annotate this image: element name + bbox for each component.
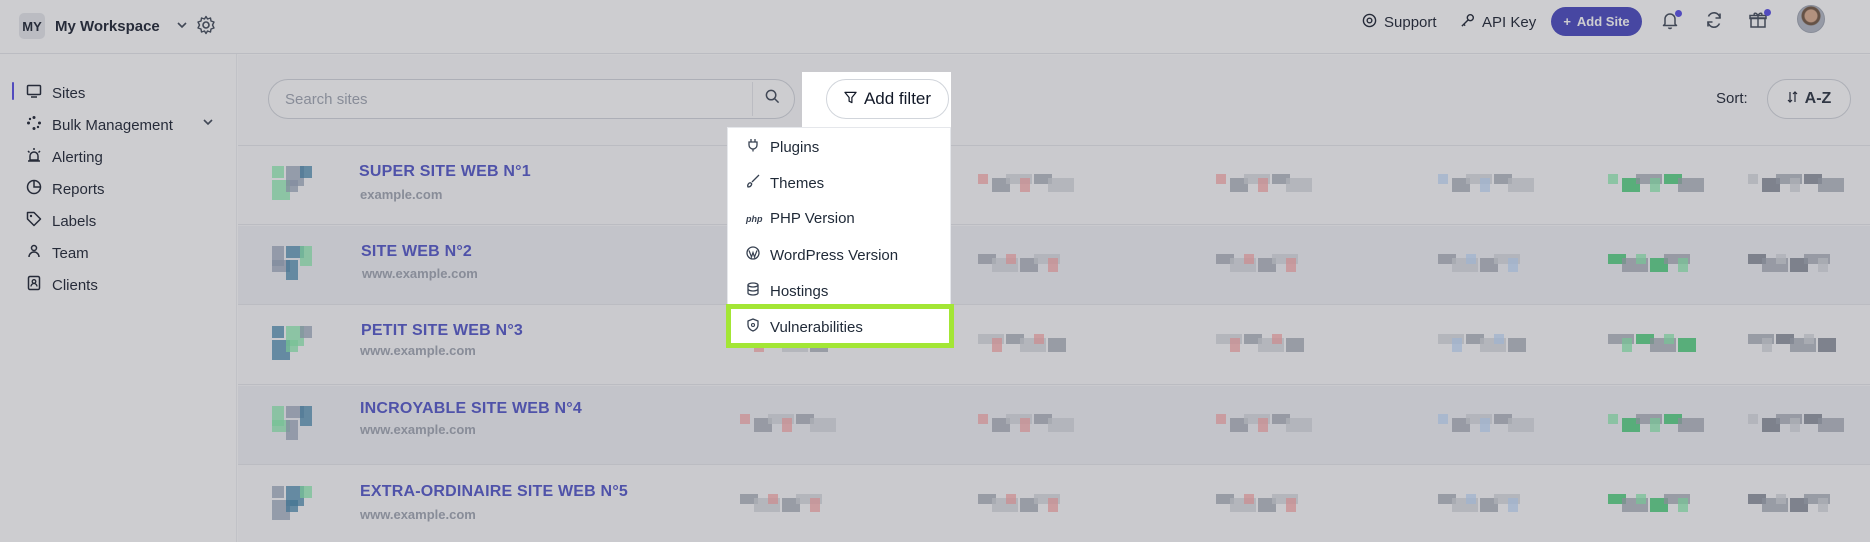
menu-item-hostings[interactable]: Hostings <box>746 282 828 300</box>
database-icon <box>746 282 760 300</box>
menu-item-label: PHP Version <box>770 210 855 227</box>
menu-item-label: Hostings <box>770 282 829 300</box>
add-filter-button[interactable]: Add filter <box>826 79 949 119</box>
menu-item-label: WordPress Version <box>770 246 899 264</box>
menu-item-label: Themes <box>770 174 825 192</box>
php-icon: php <box>746 213 763 224</box>
highlight-outline <box>726 304 954 348</box>
filter-icon <box>844 89 857 109</box>
wordpress-icon <box>746 246 760 264</box>
menu-item-label: Plugins <box>770 138 820 156</box>
menu-item-php-version[interactable]: php PHP Version <box>746 210 855 227</box>
filter-container: Add filter <box>802 72 951 127</box>
brush-icon <box>746 174 760 192</box>
menu-item-plugins[interactable]: Plugins <box>746 138 819 156</box>
plug-icon <box>746 138 760 156</box>
menu-item-themes[interactable]: Themes <box>746 174 824 192</box>
add-filter-label: Add filter <box>863 89 932 108</box>
menu-item-wordpress-version[interactable]: WordPress Version <box>746 246 898 264</box>
